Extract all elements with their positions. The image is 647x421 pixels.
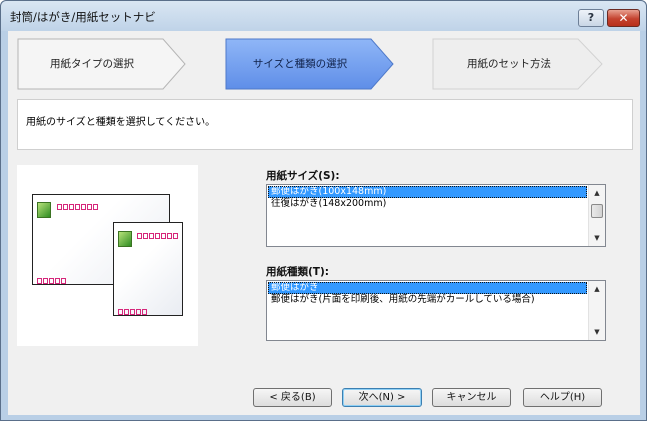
dialog-window: 封筒/はがき/用紙セットナビ ? ✕ 用紙タイプの選択 サイズと種類の選択 用紙… [0, 0, 647, 421]
next-button[interactable]: 次へ(N) > [342, 388, 422, 407]
step-paper-setup: 用紙のセット方法 [432, 38, 604, 90]
scroll-thumb[interactable] [591, 204, 603, 218]
list-item[interactable]: 郵便はがき [268, 282, 587, 294]
title-bar[interactable]: 封筒/はがき/用紙セットナビ ? ✕ [1, 1, 646, 31]
zip-code-boxes [118, 307, 148, 315]
wizard-steps: 用紙タイプの選択 サイズと種類の選択 用紙のセット方法 [8, 31, 640, 97]
list-item[interactable]: 郵便はがき(100x148mm) [268, 186, 587, 198]
instruction-panel: 用紙のサイズと種類を選択してください。 [17, 99, 633, 150]
step-label: 用紙のセット方法 [467, 58, 551, 70]
zip-code-boxes [137, 231, 179, 239]
instruction-text: 用紙のサイズと種類を選択してください。 [26, 117, 216, 128]
window-title: 封筒/はがき/用紙セットナビ [10, 10, 156, 24]
help-button-bottom[interactable]: ヘルプ(H) [523, 388, 602, 407]
stamp-icon [37, 202, 51, 218]
paper-type-listbox[interactable]: 郵便はがき 郵便はがき(片面を印刷後、用紙の先端がカールしている場合) ▲ ▼ [266, 280, 606, 341]
list-item[interactable]: 往復はがき(148x200mm) [268, 198, 587, 210]
dialog-client-area: 用紙タイプの選択 サイズと種類の選択 用紙のセット方法 用紙のサイズと種類を選択… [8, 31, 640, 415]
scroll-up-icon[interactable]: ▲ [589, 185, 605, 201]
postcard-front-image [113, 222, 183, 316]
close-button[interactable]: ✕ [607, 9, 640, 27]
paper-size-label: 用紙サイズ(S): [266, 170, 340, 182]
zip-code-boxes [57, 202, 99, 210]
cancel-button[interactable]: キャンセル [432, 388, 511, 407]
scroll-down-icon[interactable]: ▼ [589, 324, 605, 340]
stamp-icon [118, 231, 132, 247]
step-label: 用紙タイプの選択 [50, 58, 134, 70]
help-button[interactable]: ? [578, 9, 604, 27]
step-paper-type: 用紙タイプの選択 [17, 38, 187, 90]
postcard-preview [17, 165, 198, 346]
paper-size-items: 郵便はがき(100x148mm) 往復はがき(148x200mm) [268, 186, 587, 210]
step-label: サイズと種類の選択 [252, 58, 348, 70]
paper-type-items: 郵便はがき 郵便はがき(片面を印刷後、用紙の先端がカールしている場合) [268, 282, 587, 306]
scroll-down-icon[interactable]: ▼ [589, 230, 605, 246]
paper-size-scrollbar[interactable]: ▲ ▼ [588, 185, 605, 246]
paper-type-label: 用紙種類(T): [266, 266, 329, 278]
step-size-and-type: サイズと種類の選択 [225, 38, 395, 90]
scroll-up-icon[interactable]: ▲ [589, 281, 605, 297]
paper-type-scrollbar[interactable]: ▲ ▼ [588, 281, 605, 340]
list-item[interactable]: 郵便はがき(片面を印刷後、用紙の先端がカールしている場合) [268, 294, 587, 306]
back-button[interactable]: < 戻る(B) [253, 388, 332, 407]
zip-code-boxes [37, 276, 67, 284]
paper-size-listbox[interactable]: 郵便はがき(100x148mm) 往復はがき(148x200mm) ▲ ▼ [266, 184, 606, 247]
